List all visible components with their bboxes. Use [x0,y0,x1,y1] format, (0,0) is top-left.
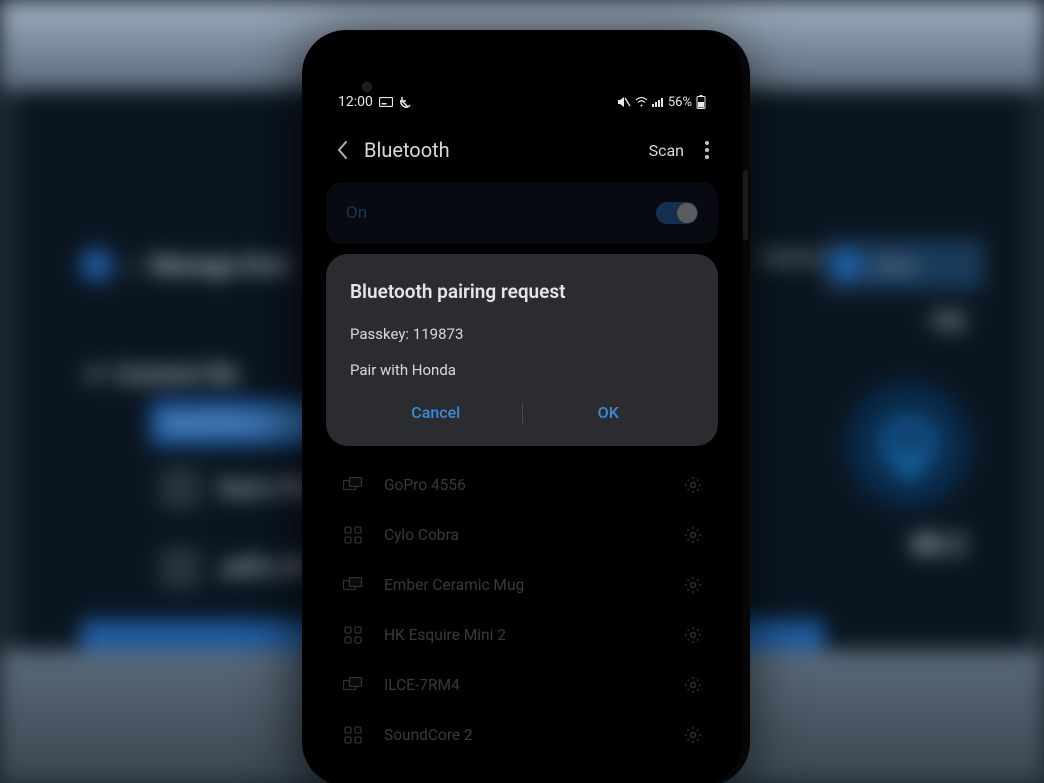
bluetooth-toggle-row[interactable]: On [326,182,718,244]
bg-manage-devices: ›Manage Devi [80,248,290,282]
page-title: Bluetooth [364,138,649,162]
bg-frequency: 88.3 [912,530,964,560]
gear-icon[interactable] [684,676,704,694]
phone-missed-icon [399,96,412,109]
monitors-icon [340,677,366,693]
gear-icon[interactable] [684,726,704,744]
back-button[interactable] [328,136,356,164]
device-row[interactable]: HK Esquire Mini 2 [316,610,728,660]
bluetooth-switch[interactable] [656,202,698,224]
gear-icon[interactable] [684,576,704,594]
battery-icon [696,95,706,109]
mute-icon [617,96,631,108]
bg-fm-label: FM [933,310,964,335]
bg-options: Options [760,245,829,269]
more-options-button[interactable] [698,141,716,159]
gear-icon[interactable] [684,526,704,544]
device-row[interactable]: ILCE-7RM4 [316,660,728,710]
phone-frame: 12:00 56% Bluetooth Scan [302,30,742,783]
status-bar: 12:00 56% [316,90,728,114]
gear-icon[interactable] [684,626,704,644]
pairing-dialog: Bluetooth pairing request Passkey: 11987… [326,254,718,446]
device-name: HK Esquire Mini 2 [384,626,684,644]
dialog-pair-with: Pair with Honda [350,361,694,379]
bg-owner: 👤Owner [824,240,984,290]
device-name: ILCE-7RM4 [384,676,684,694]
device-name: GoPro 4556 [384,476,684,494]
device-name: Ember Ceramic Mug [384,576,684,594]
device-name: SoundCore 2 [384,726,684,744]
gear-icon[interactable] [684,476,704,494]
device-row[interactable]: Cylo Cobra [316,510,728,560]
grid-icon [340,526,366,544]
grid-icon [340,626,366,644]
ok-button[interactable]: OK [523,397,695,428]
monitors-icon [340,477,366,493]
device-name: Cylo Cobra [384,526,684,544]
device-row[interactable]: SoundCore 2 [316,710,728,760]
monitors-icon [340,577,366,593]
wifi-icon [635,97,648,107]
device-row[interactable]: Ember Ceramic Mug [316,560,728,610]
battery-percent: 56% [668,95,692,110]
dialog-passkey: Passkey: 119873 [350,325,694,343]
cancel-button[interactable]: Cancel [350,397,522,428]
status-time: 12:00 [338,94,373,110]
toggle-label: On [346,203,656,223]
card-icon [379,97,393,107]
bg-radio-icon [844,380,974,510]
grid-icon [340,726,366,744]
signal-icon [652,97,664,107]
phone-screen: 12:00 56% Bluetooth Scan [316,44,728,772]
device-list: GoPro 4556 Cylo Cobra Ember Ceramic Mug … [316,460,728,760]
dialog-title: Bluetooth pairing request [350,280,694,303]
scan-button[interactable]: Scan [649,141,684,160]
app-bar: Bluetooth Scan [316,124,728,176]
device-row[interactable]: GoPro 4556 [316,460,728,510]
